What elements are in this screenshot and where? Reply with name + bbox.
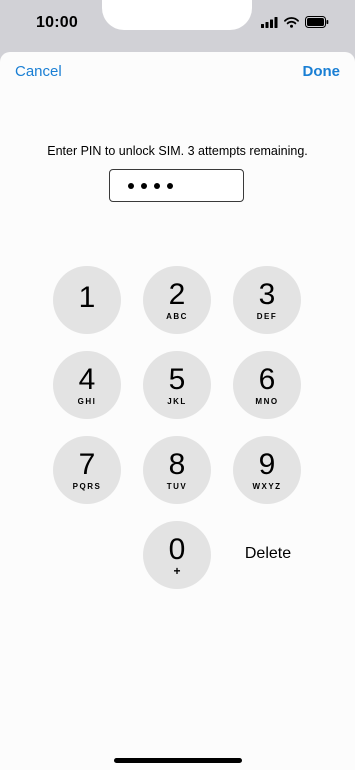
key-6[interactable]: 6 MNO: [233, 351, 301, 419]
key-7[interactable]: 7 PQRS: [53, 436, 121, 504]
delete-button[interactable]: Delete: [234, 520, 302, 588]
notch: [102, 0, 252, 30]
home-indicator[interactable]: [114, 758, 242, 763]
key-digit: 3: [258, 277, 276, 311]
key-digit: 0: [168, 532, 186, 566]
wifi-icon: [284, 16, 299, 28]
key-digit: 4: [78, 362, 96, 396]
signal-icon: [261, 16, 278, 28]
key-0[interactable]: 0 +: [143, 521, 211, 589]
battery-icon: [305, 16, 329, 28]
key-digit: 2: [168, 277, 186, 311]
key-digit: 6: [258, 362, 276, 396]
key-letters: GHI: [77, 396, 97, 406]
key-letters: MNO: [255, 396, 279, 406]
key-digit: 1: [78, 281, 96, 314]
key-digit: 8: [168, 447, 186, 481]
key-letters: TUV: [166, 481, 188, 491]
key-letters: ABC: [166, 311, 188, 321]
key-9[interactable]: 9 WXYZ: [233, 436, 301, 504]
pin-input[interactable]: [109, 169, 244, 202]
key-letters: JKL: [167, 396, 187, 406]
pin-prompt: Enter PIN to unlock SIM. 3 attempts rema…: [47, 144, 308, 158]
done-button[interactable]: Done: [303, 63, 341, 80]
key-letters: PQRS: [72, 481, 102, 491]
status-icons: [261, 16, 329, 28]
status-bar: 10:00: [0, 0, 355, 48]
cancel-button[interactable]: Cancel: [15, 63, 62, 80]
key-5[interactable]: 5 JKL: [143, 351, 211, 419]
key-2[interactable]: 2 ABC: [143, 266, 211, 334]
key-digit: 5: [168, 362, 186, 396]
key-letters: +: [173, 563, 181, 578]
pin-dot: [128, 182, 134, 189]
key-letters: DEF: [256, 311, 278, 321]
pin-dot: [141, 182, 147, 189]
key-3[interactable]: 3 DEF: [233, 266, 301, 334]
key-1[interactable]: 1: [53, 266, 121, 334]
key-4[interactable]: 4 GHI: [53, 351, 121, 419]
key-digit: 7: [78, 447, 96, 481]
pin-sheet: Cancel Done Enter PIN to unlock SIM. 3 a…: [0, 52, 355, 770]
key-letters: WXYZ: [252, 481, 282, 491]
key-digit: 9: [258, 447, 276, 481]
pin-dot: [167, 182, 173, 189]
key-8[interactable]: 8 TUV: [143, 436, 211, 504]
status-time: 10:00: [36, 14, 78, 31]
pin-dot: [154, 182, 160, 189]
